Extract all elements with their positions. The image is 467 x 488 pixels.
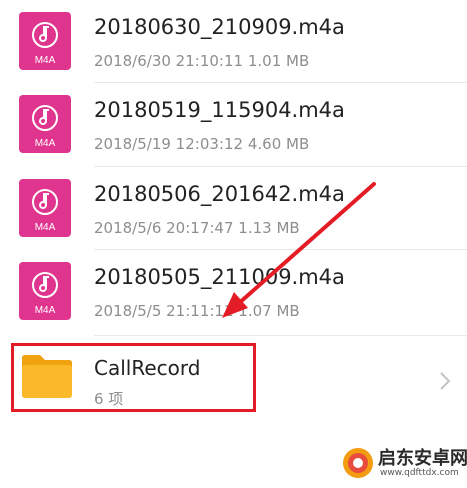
file-name: 20180505_211009.m4a [94,265,345,289]
file-meta: 2018/6/30 21:10:11 1.01 MB [94,52,309,70]
file-row[interactable]: M4A 20180519_115904.m4a 2018/5/19 12:03:… [0,83,467,165]
file-size: 1.13 MB [238,219,300,237]
audio-m4a-icon: M4A [19,12,71,70]
file-meta: 2018/5/19 12:03:12 4.60 MB [94,135,309,153]
file-meta: 2018/5/6 20:17:47 1.13 MB [94,219,300,237]
file-date: 2018/5/19 12:03:12 [94,135,244,153]
file-row[interactable]: M4A 20180630_210909.m4a 2018/6/30 21:10:… [0,0,467,82]
file-type-label: M4A [34,305,56,316]
watermark-title: 启东安卓网 [378,448,467,469]
audio-m4a-icon: M4A [19,179,71,237]
audio-m4a-icon: M4A [19,95,71,153]
file-row[interactable]: M4A 20180506_201642.m4a 2018/5/6 20:17:4… [0,167,467,249]
file-meta: 2018/5/5 21:11:11 1.07 MB [94,302,300,320]
file-date: 2018/5/6 20:17:47 [94,219,234,237]
file-date: 2018/5/5 21:11:11 [94,302,234,320]
file-name: 20180506_201642.m4a [94,182,345,206]
highlight-box [11,343,256,412]
chevron-right-icon [437,369,453,393]
file-name: 20180630_210909.m4a [94,15,345,39]
file-name: 20180519_115904.m4a [94,98,345,122]
file-size: 1.01 MB [247,52,310,70]
file-size: 1.07 MB [238,302,300,320]
watermark-logo-icon [342,447,374,479]
file-type-label: M4A [34,55,56,66]
audio-m4a-icon: M4A [19,262,71,320]
watermark-url: www.qdfttdx.com [380,468,459,478]
watermark: 启东安卓网 www.qdfttdx.com [340,441,467,485]
file-type-label: M4A [34,138,56,149]
file-size: 4.60 MB [247,135,310,153]
divider [94,335,467,336]
file-list-screen: M4A 20180630_210909.m4a 2018/6/30 21:10:… [0,0,467,488]
file-type-label: M4A [34,222,56,233]
file-date: 2018/6/30 21:10:11 [94,52,244,70]
file-row[interactable]: M4A 20180505_211009.m4a 2018/5/5 21:11:1… [0,250,467,332]
